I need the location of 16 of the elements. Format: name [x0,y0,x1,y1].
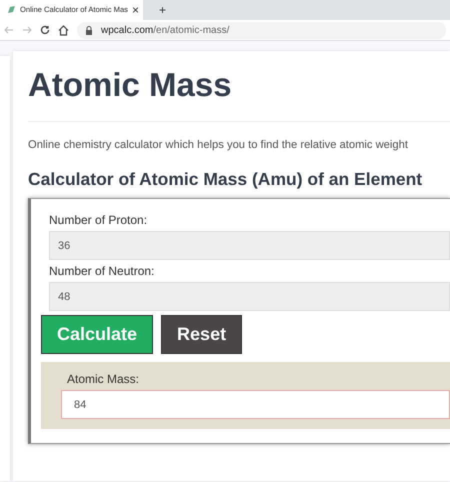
input-field[interactable]: 48 [49,282,450,312]
intro-text: Online chemistry calculator which helps you to find the relative atomic weight [28,138,409,153]
result-field[interactable]: 84 [61,390,450,420]
home-icon[interactable] [58,24,69,36]
reset-button[interactable]: Reset [161,315,242,354]
address-bar[interactable]: wpcalc.com/en/atomic-mass/ [77,22,446,38]
field-label: Number of Neutron: [49,263,156,280]
lock-icon [85,26,93,34]
result-label: Atomic Mass: [67,371,140,388]
page-title: Atomic Mass [28,65,233,105]
reload-icon[interactable] [40,25,50,35]
field-label: Number of Proton: [49,212,148,230]
section-heading: Calculator of Atomic Mass (Amu) of an Element [28,169,424,190]
input-field[interactable]: 36 [49,231,450,260]
new-tab-button[interactable]: + [159,4,166,16]
close-tab-button[interactable]: × [132,4,139,16]
